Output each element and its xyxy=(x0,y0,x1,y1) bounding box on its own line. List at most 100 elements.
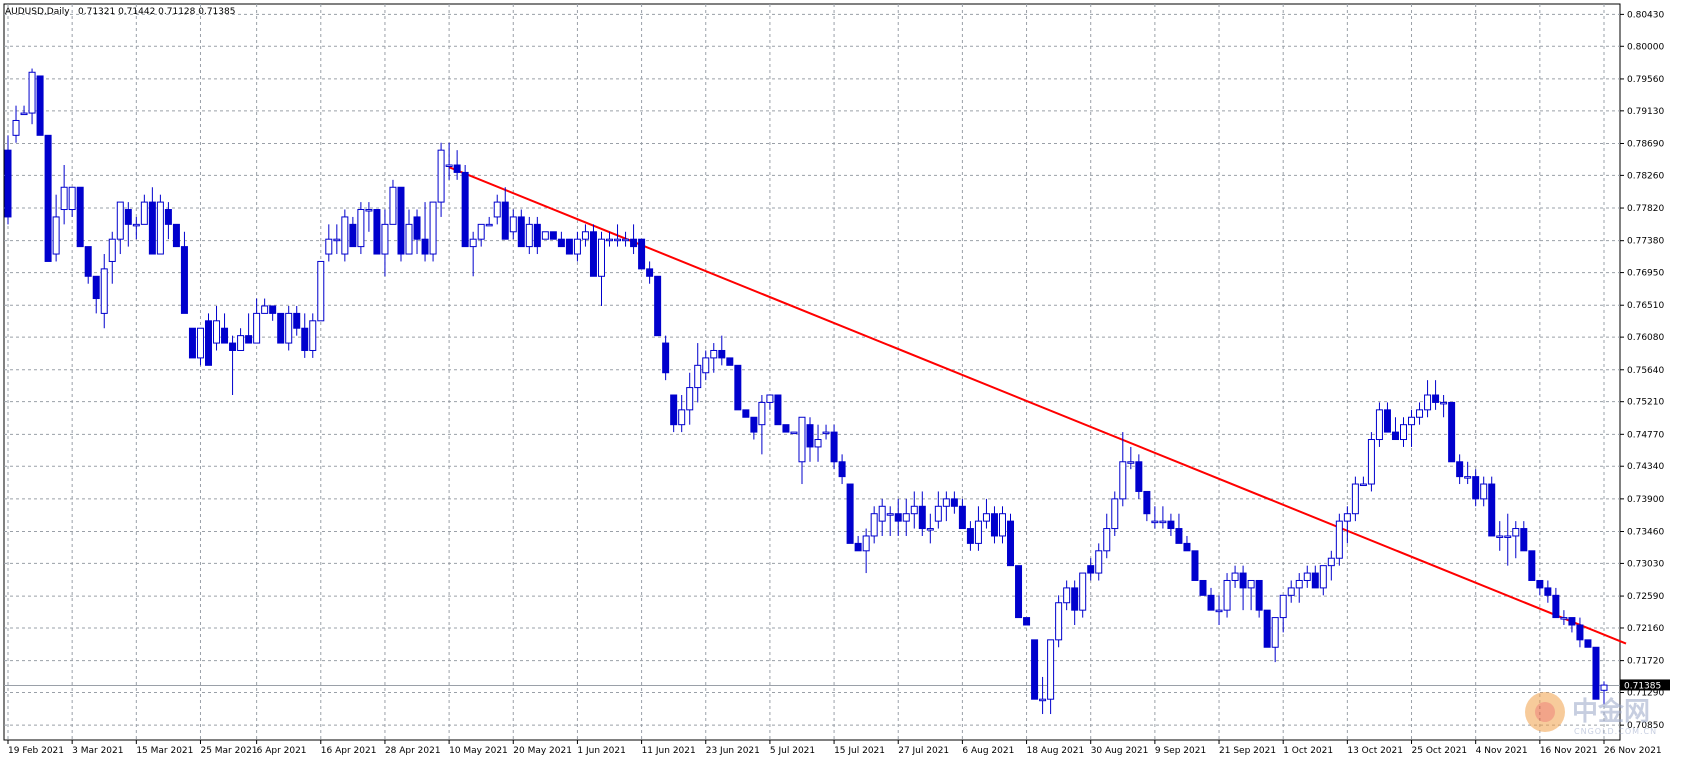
chart-window[interactable]: 0.80430 0.80000 0.79560 0.79130 0.78690 0.782… xyxy=(0,0,1684,764)
candle-body-up xyxy=(60,186,68,211)
candle xyxy=(654,275,662,337)
date-tick-label: 1 Jun 2021 xyxy=(577,746,625,756)
candle-body-up xyxy=(156,201,164,255)
candle xyxy=(36,75,44,136)
candle-body-down xyxy=(1576,624,1584,641)
price-tick-label: 0.77380 xyxy=(1627,237,1664,247)
price-tick-label: 0.76080 xyxy=(1627,333,1664,343)
candle xyxy=(461,165,469,248)
candle xyxy=(317,260,325,322)
date-tick-label: 13 Oct 2021 xyxy=(1347,746,1403,756)
candle-body-up xyxy=(116,201,124,240)
watermark-site: CNGOLD.COM.CN xyxy=(1574,727,1657,736)
price-tick-label: 0.74770 xyxy=(1627,430,1664,440)
candle-body-down xyxy=(453,164,461,173)
candle-body-up xyxy=(1359,483,1367,487)
candle-body-up xyxy=(108,238,116,262)
candle-body-down xyxy=(1568,617,1576,626)
candle-body-up xyxy=(573,238,581,255)
candle-body-up xyxy=(196,327,204,359)
candle-body-down xyxy=(36,75,44,136)
price-tick-label: 0.80000 xyxy=(1627,42,1664,52)
date-tick-label: 4 Nov 2021 xyxy=(1476,746,1528,756)
candle-body-up xyxy=(622,238,630,242)
candle-body-down xyxy=(1199,579,1207,596)
date-tick-label: 3 Mar 2021 xyxy=(72,746,123,756)
candle-body-up xyxy=(870,513,878,537)
price-tick-label: 0.77820 xyxy=(1627,204,1664,214)
candle-body-up xyxy=(485,223,493,227)
candle-body-up xyxy=(758,401,766,426)
candle-body-down xyxy=(918,505,926,530)
candle xyxy=(1199,579,1207,596)
date-tick-label: 21 Sep 2021 xyxy=(1219,746,1276,756)
candle-body-up xyxy=(541,231,549,240)
candlestick-chart[interactable]: 0.80430 0.80000 0.79560 0.79130 0.78690 0.782… xyxy=(0,0,1684,764)
candle-body-down xyxy=(750,416,758,433)
candle-body-down xyxy=(966,528,974,544)
candle xyxy=(1191,550,1199,581)
candle-body-down xyxy=(1456,461,1464,478)
candle-body-up xyxy=(1247,579,1255,589)
candle-body-down xyxy=(517,216,525,248)
price-tick-label: 0.72590 xyxy=(1627,592,1664,602)
candle-body-up xyxy=(1512,528,1520,537)
candle-body-down xyxy=(1448,401,1456,463)
candle-body-up xyxy=(333,238,341,242)
date-tick-label: 30 Aug 2021 xyxy=(1091,746,1149,756)
watermark: 中金网 CNGOLD.COM.CN xyxy=(1525,692,1657,736)
candle-body-up xyxy=(1335,520,1343,559)
candle-body-down xyxy=(654,275,662,337)
price-tick-label: 0.73030 xyxy=(1627,559,1664,569)
candle-body-up xyxy=(798,416,806,463)
candle xyxy=(1584,639,1592,648)
candle-body-down xyxy=(1191,550,1199,581)
date-tick-label: 5 Jul 2021 xyxy=(770,746,815,756)
candle xyxy=(565,238,573,255)
candle-body-up xyxy=(1063,587,1071,604)
date-tick-label: 28 Apr 2021 xyxy=(385,746,441,756)
candle-body-down xyxy=(229,342,237,351)
price-tick-label: 0.76950 xyxy=(1627,269,1664,279)
candle-body-up xyxy=(1504,535,1512,538)
candle-body-up xyxy=(1343,513,1351,522)
candle-body-up xyxy=(285,312,293,344)
candle-body-up xyxy=(710,349,718,359)
date-tick-label: 10 May 2021 xyxy=(449,746,508,756)
candle-body-down xyxy=(846,483,854,544)
candle-body-up xyxy=(477,223,485,240)
candle-body-up xyxy=(1480,483,1488,500)
candle-body-up xyxy=(886,513,894,516)
candle-body-down xyxy=(1488,483,1496,537)
candle-body-down xyxy=(782,424,790,433)
candle xyxy=(357,202,365,255)
candle-body-down xyxy=(1239,572,1247,589)
date-tick-label: 16 Nov 2021 xyxy=(1540,746,1598,756)
candle-body-up xyxy=(606,238,614,242)
candle-body-down xyxy=(188,327,196,359)
candle-body-up xyxy=(1223,579,1231,611)
candle xyxy=(1448,401,1456,463)
candle-body-down xyxy=(1071,587,1079,611)
candle-body-up xyxy=(1095,550,1103,574)
candle-body-up xyxy=(389,186,397,225)
candle-body-up xyxy=(1047,639,1055,700)
candle xyxy=(1007,513,1015,567)
price-tick-label: 0.73460 xyxy=(1627,528,1664,538)
candle-body-down xyxy=(830,431,838,463)
date-tick-label: 19 Feb 2021 xyxy=(8,746,64,756)
candle xyxy=(76,186,84,248)
candle xyxy=(1335,513,1343,566)
date-tick-label: 25 Oct 2021 xyxy=(1412,746,1468,756)
date-tick-label: 15 Jul 2021 xyxy=(834,746,885,756)
candle xyxy=(44,134,52,262)
candle-body-down xyxy=(44,134,52,262)
candle-body-down xyxy=(293,312,301,329)
candle-body-up xyxy=(12,119,20,136)
candle xyxy=(638,238,646,270)
candle-body-up xyxy=(694,364,702,389)
price-tick-label: 0.75640 xyxy=(1627,366,1664,376)
candle-body-down xyxy=(397,186,405,255)
candle-body-up xyxy=(357,209,365,248)
candle-body-up xyxy=(1319,565,1327,589)
